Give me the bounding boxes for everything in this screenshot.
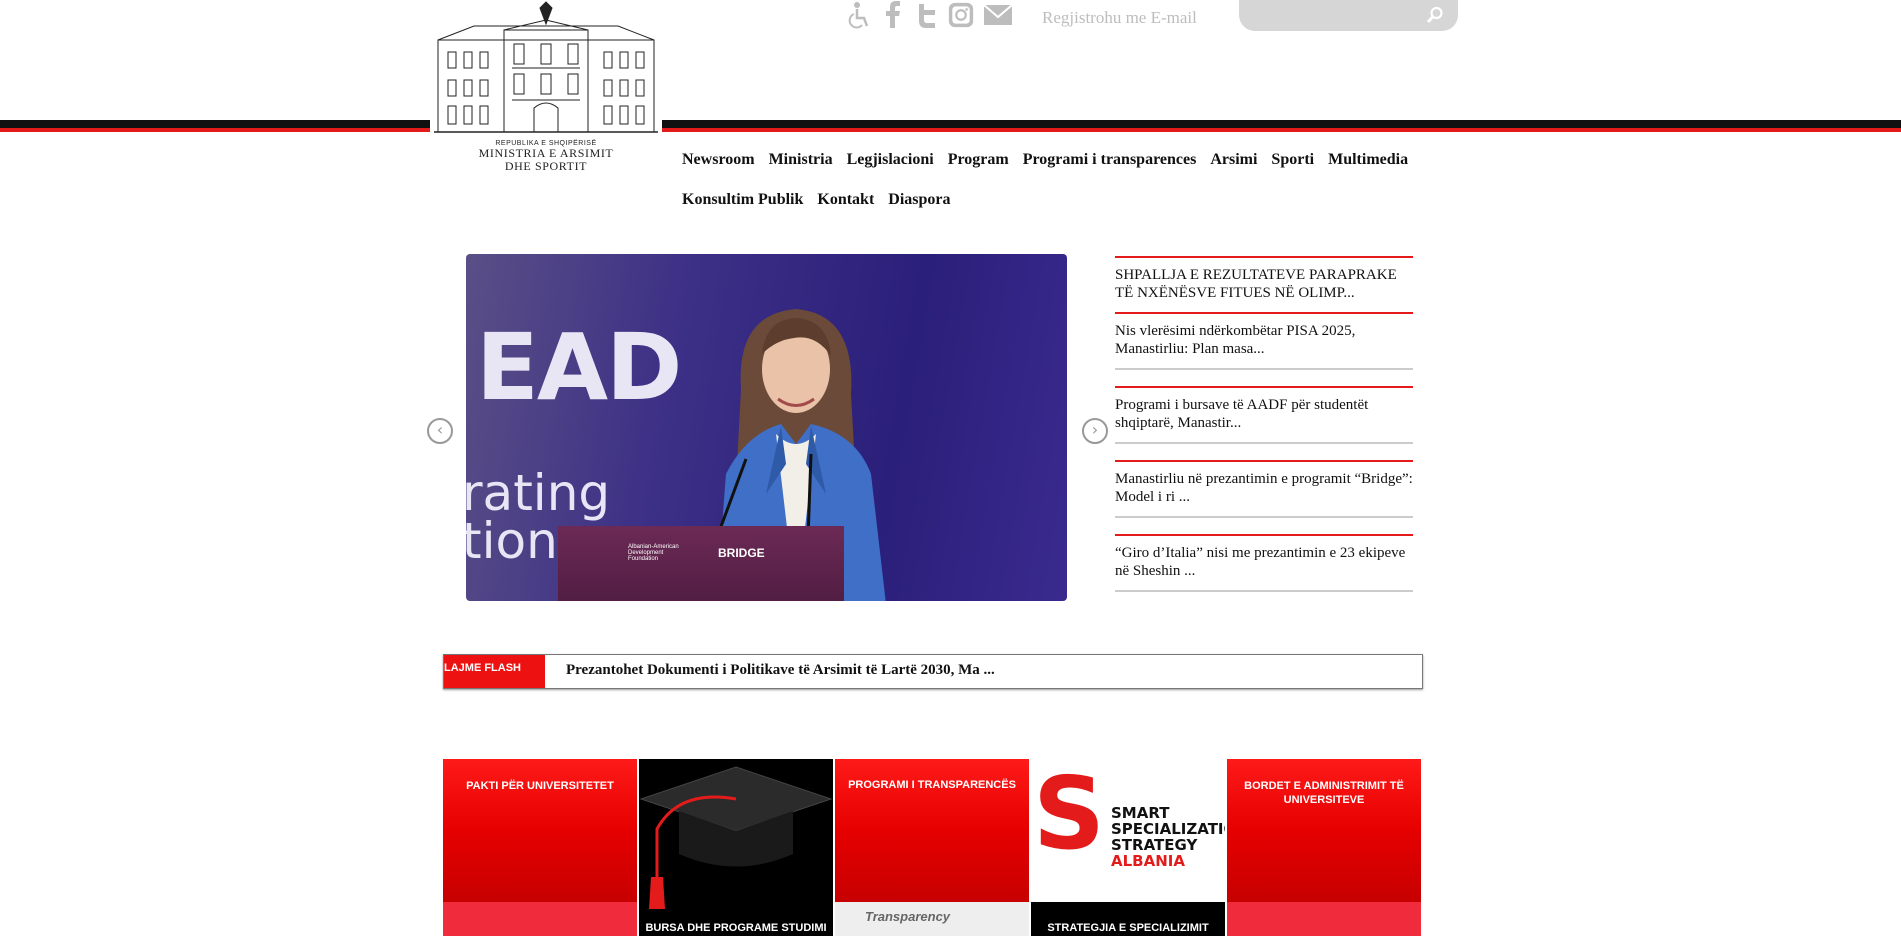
flash-news-tag: LAJME FLASH [444, 655, 545, 688]
instagram-icon[interactable] [948, 1, 974, 29]
news-item[interactable]: SHPALLJA E REZULTATEVE PARAPRAKE TË NXËN… [1115, 256, 1413, 312]
nav-item-diaspora[interactable]: Diaspora [888, 191, 950, 209]
news-item[interactable]: Manastirliu në prezantimin e programit “… [1115, 460, 1413, 518]
specialization-word: SPECIALIZATION [1111, 820, 1225, 838]
prev-arrow-icon[interactable]: ‹ [427, 418, 453, 444]
tile-image-strip [443, 902, 637, 936]
podium-sponsor-text: Albanian-American Development Foundation [628, 544, 679, 562]
tile-title: STRATEGJIA E SPECIALIZIMIT [1047, 922, 1209, 934]
ministry-name-line2: DHE SPORTIT [504, 159, 588, 173]
tile-image-strip [1227, 902, 1421, 936]
nav-item-konsultim-publik[interactable]: Konsultim Publik [682, 191, 803, 209]
tile-title: PAKTI PËR UNIVERSITETET [466, 780, 614, 792]
header-stripe-red [0, 128, 1901, 132]
strategy-word: STRATEGY [1111, 836, 1198, 854]
tile-pakti-per-universitetet[interactable]: PAKTI PËR UNIVERSITETET [443, 759, 637, 936]
tile-bordet-e-administrimit[interactable]: BORDET E ADMINISTRIMIT TË UNIVERSITEVE [1227, 759, 1421, 936]
transparency-wordcloud: Transparency [835, 902, 1029, 936]
slide-banner-text: EAD [476, 314, 682, 421]
tile-bursa-dhe-programe[interactable]: BURSA DHE PROGRAME STUDIMI [639, 759, 833, 936]
search-box [1239, 0, 1458, 31]
nav-item-newsroom[interactable]: Newsroom [682, 151, 755, 169]
tile-smart-specialization[interactable]: S SMART SPECIALIZATION STRATEGY ALBANIA … [1031, 759, 1225, 936]
search-icon[interactable] [1426, 6, 1444, 24]
flash-news-headline[interactable]: Prezantohet Dokumenti i Politikave të Ar… [566, 662, 995, 679]
feature-tiles: PAKTI PËR UNIVERSITETET BURSA DHE PROGRA… [443, 759, 1421, 936]
news-item[interactable]: “Giro d’Italia” nisi me prezantimin e 23… [1115, 534, 1413, 592]
tile-programi-i-transparences[interactable]: PROGRAMI I TRANSPARENCËS Transparency [835, 759, 1029, 936]
albania-word: ALBANIA [1111, 852, 1185, 870]
news-item[interactable]: Nis vlerësimi ndërkombëtar PISA 2025, Ma… [1115, 312, 1413, 370]
building-emblem-icon [434, 1, 658, 133]
facebook-icon[interactable] [880, 1, 906, 29]
latest-news-list: SHPALLJA E REZULTATEVE PARAPRAKE TË NXËN… [1115, 256, 1413, 608]
tile-caption-bar: STRATEGJIA E SPECIALIZIMIT [1031, 902, 1225, 936]
nav-item-programi-i-transparences[interactable]: Programi i transparences [1023, 151, 1197, 169]
ministry-logo[interactable]: REPUBLIKA E SHQIPËRISË MINISTRIA E ARSIM… [430, 0, 662, 176]
tile-title: BURSA DHE PROGRAME STUDIMI [645, 922, 827, 934]
header-stripe-black [0, 120, 1901, 128]
accessibility-icon[interactable] [846, 1, 872, 29]
news-item[interactable]: Programi i bursave të AADF për studentët… [1115, 386, 1413, 444]
tile-title: BORDET E ADMINISTRIMIT TË UNIVERSITEVE [1244, 780, 1404, 806]
slide-banner-subtext-2: tion [466, 512, 558, 570]
smart-specialization-text: SMART SPECIALIZATION STRATEGY ALBANIA [1111, 805, 1225, 869]
flash-news-bar: LAJME FLASH Prezantohet Dokumenti i Poli… [443, 654, 1423, 689]
nav-item-arsimi[interactable]: Arsimi [1210, 151, 1257, 169]
twitter-icon[interactable] [914, 1, 940, 29]
nav-item-program[interactable]: Program [948, 151, 1009, 169]
s3-logo-icon: S [1033, 759, 1106, 872]
nav-item-ministria[interactable]: Ministria [769, 151, 833, 169]
social-bar [846, 0, 1014, 30]
next-arrow-icon[interactable]: › [1082, 418, 1108, 444]
search-input[interactable] [1253, 5, 1417, 27]
hero-slider[interactable]: EAD rating tion Albanian-American Develo… [466, 254, 1067, 601]
nav-item-multimedia[interactable]: Multimedia [1328, 151, 1408, 169]
nav-item-sporti[interactable]: Sporti [1271, 151, 1314, 169]
nav-item-legjislacioni[interactable]: Legjislacioni [847, 151, 934, 169]
mail-icon[interactable] [982, 1, 1014, 29]
podium-bridge-label: BRIDGE [718, 546, 765, 560]
smart-word: SMART [1111, 804, 1170, 822]
graduation-cap-icon [639, 766, 833, 909]
tile-title: PROGRAMI I TRANSPARENCËS [848, 779, 1016, 791]
register-email-link[interactable]: Regjistrohu me E-mail [1042, 8, 1197, 28]
nav-item-kontakt[interactable]: Kontakt [817, 191, 874, 209]
main-nav: Newsroom Ministria Legjislacioni Program… [682, 140, 1422, 220]
podium: Albanian-American Development Foundation… [558, 526, 844, 601]
